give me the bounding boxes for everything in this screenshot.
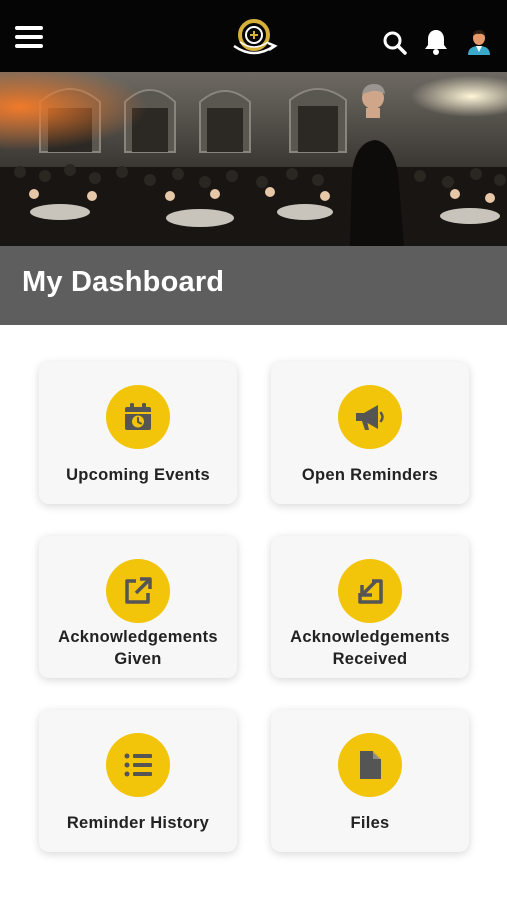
- files-tile[interactable]: Files: [271, 710, 469, 852]
- list-icon: [106, 733, 170, 797]
- arrow-in-icon: [338, 559, 402, 623]
- upcoming-events-tile[interactable]: Upcoming Events: [39, 362, 237, 504]
- hero-banquet-image: [0, 72, 507, 246]
- search-icon[interactable]: [382, 30, 408, 56]
- tile-label: Acknowledgements Given: [58, 628, 218, 668]
- acknowledgements-received-tile[interactable]: Acknowledgements Received: [271, 536, 469, 678]
- bell-icon[interactable]: [423, 28, 449, 56]
- club-logo[interactable]: [228, 16, 280, 62]
- tile-label: Acknowledgements Received: [290, 628, 450, 668]
- app-header: [0, 0, 507, 72]
- open-reminders-tile[interactable]: Open Reminders: [271, 362, 469, 504]
- hamburger-menu-icon[interactable]: [15, 26, 43, 48]
- acknowledgements-given-tile[interactable]: Acknowledgements Given: [39, 536, 237, 678]
- file-icon: [338, 733, 402, 797]
- user-avatar[interactable]: [465, 27, 493, 55]
- tile-label: Files: [350, 814, 390, 832]
- tile-label: Reminder History: [66, 814, 210, 832]
- tile-label: Upcoming Events: [66, 466, 210, 484]
- megaphone-icon: [338, 385, 402, 449]
- dashboard-title-band: My Dashboard: [0, 246, 507, 325]
- calendar-clock-icon: [106, 385, 170, 449]
- reminder-history-tile[interactable]: Reminder History: [39, 710, 237, 852]
- page-title: My Dashboard: [22, 266, 225, 298]
- external-arrow-out-icon: [106, 559, 170, 623]
- tile-label: Open Reminders: [301, 466, 439, 484]
